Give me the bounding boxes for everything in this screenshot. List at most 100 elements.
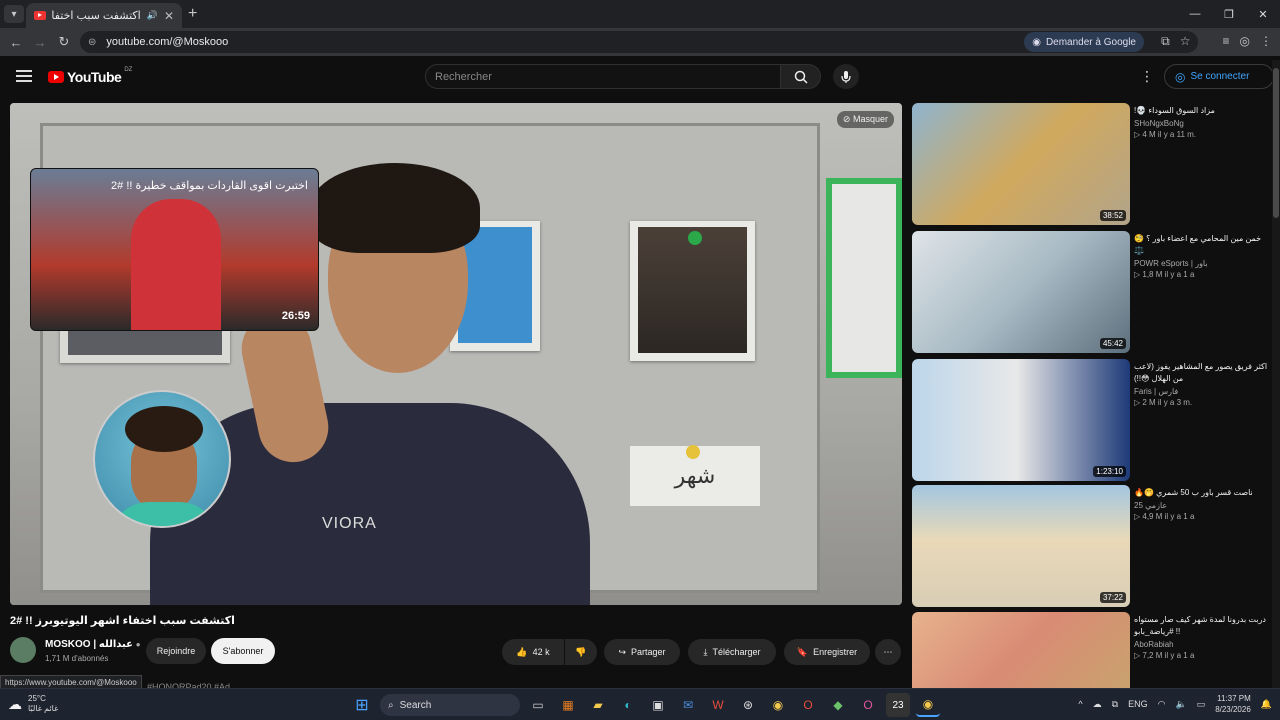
- recommendation-item[interactable]: 37:22 ناصت قسر باور ب 50 شمري 🤭🔥 عازمي 2…: [912, 485, 1272, 607]
- end-screen-video-card[interactable]: اختبرت اقوى القاردات بمواقف خطيرة !! #2 …: [30, 168, 319, 331]
- youtube-favicon-icon: [34, 11, 46, 20]
- verified-icon: ●: [135, 640, 141, 649]
- channel-name[interactable]: MOSKOO | عبدالله ●: [45, 639, 141, 650]
- battery-icon[interactable]: ▭: [1197, 699, 1206, 710]
- tray-chevron-icon[interactable]: ^: [1078, 699, 1082, 709]
- hide-eye-icon: ⊘: [842, 114, 851, 124]
- wifi-icon[interactable]: ◠: [1158, 699, 1166, 710]
- recommendation-thumbnail: 37:22: [912, 485, 1130, 607]
- store-icon[interactable]: ▣: [646, 693, 670, 717]
- recommendation-title: دربت بدرونا لمدة شهر كيف صار مستواه !! #…: [1134, 615, 1266, 636]
- scrollbar-thumb[interactable]: [1273, 68, 1279, 218]
- office-icon[interactable]: W: [706, 693, 730, 717]
- browser-menu-icon[interactable]: ⋮: [1260, 34, 1272, 49]
- close-window-icon[interactable]: ✕: [1246, 0, 1280, 28]
- search-icon: [794, 70, 808, 84]
- like-button[interactable]: 👍 42 k: [502, 639, 564, 665]
- taskbar-search-label: Search: [399, 699, 432, 711]
- calendar-icon[interactable]: 23: [886, 693, 910, 717]
- download-button[interactable]: ⤓ Télécharger: [688, 639, 776, 665]
- clock[interactable]: 11:37 PM 8/23/2026: [1215, 693, 1251, 715]
- share-button[interactable]: ↪ Partager: [604, 639, 680, 665]
- temperature: 25°C: [28, 694, 46, 703]
- youtube-logo[interactable]: YouTube DZ: [48, 67, 132, 85]
- file-explorer-icon[interactable]: ▰: [586, 693, 610, 717]
- calendar-badge: 23: [892, 699, 904, 711]
- video-player[interactable]: شهر VIORA ⊘ Masquer اختبرت اقوى القاردات…: [10, 103, 902, 605]
- browser-toolbar: ← → ↻ ⊜ youtube.com/@Moskooo ◉ Demander …: [0, 28, 1280, 56]
- recommendation-item[interactable]: 38:52 مزاد السوق السوداء 💀! SHoNgxBoNg ▷…: [912, 103, 1272, 225]
- join-button[interactable]: Rejoindre: [146, 638, 206, 664]
- taskbar-search[interactable]: ⌕ Search: [380, 694, 520, 716]
- mail-icon[interactable]: ✉: [676, 693, 700, 717]
- download-icon: ⤓: [703, 646, 708, 657]
- github-icon[interactable]: ⊛: [736, 693, 760, 717]
- site-info-icon[interactable]: ⊜: [88, 37, 96, 48]
- edge-icon[interactable]: ◐: [616, 693, 640, 717]
- system-tray: ^ ☁ ⧉ ENG ◠ 🔈 ▭ 11:37 PM 8/23/2026 🔔: [1078, 693, 1272, 715]
- search-input[interactable]: Rechercher: [425, 64, 781, 89]
- recommendation-thumbnail: 45:42: [912, 231, 1130, 353]
- hide-cards-button[interactable]: ⊘ Masquer: [836, 111, 894, 128]
- youtube-play-icon: [48, 71, 64, 83]
- onedrive-icon[interactable]: ☁: [1093, 699, 1102, 710]
- bookmark-star-icon[interactable]: ☆: [1180, 34, 1191, 49]
- recommendation-item[interactable]: 1:23:10 اكثر فريق يصور مع المشاهير يفوز …: [912, 359, 1272, 481]
- hoodie-print: VIORA: [322, 515, 377, 532]
- ask-google-label: Demander à Google: [1045, 36, 1136, 48]
- network-manager-icon[interactable]: ⧉: [1112, 699, 1118, 710]
- more-dots-icon: ⋯: [883, 646, 893, 657]
- widgets-icon[interactable]: ▦: [556, 693, 580, 717]
- sign-in-label: Se connecter: [1190, 71, 1250, 82]
- clock-time: 11:37 PM: [1217, 694, 1251, 703]
- opera-gx-icon[interactable]: O: [856, 693, 880, 717]
- hide-label: Masquer: [852, 114, 888, 124]
- recommendation-item[interactable]: 45:42 خمن مين المحامي مع اعضاء باور ؟ 🧐⚖…: [912, 231, 1272, 353]
- recommendation-item[interactable]: دربت بدرونا لمدة شهر كيف صار مستواه !! #…: [912, 612, 1272, 688]
- duration-badge: 1:23:10: [1093, 466, 1126, 477]
- save-label: Enregistrer: [813, 647, 858, 657]
- tab-search-button[interactable]: ▾: [4, 5, 24, 23]
- notification-bell-icon[interactable]: 🔔: [1261, 699, 1272, 710]
- voice-search-button[interactable]: [833, 64, 859, 89]
- reading-list-icon[interactable]: ≡: [1223, 34, 1230, 49]
- subscribe-button[interactable]: S'abonner: [211, 638, 275, 664]
- ask-google-button[interactable]: ◉ Demander à Google: [1024, 32, 1144, 52]
- settings-menu-icon[interactable]: ⋮: [1140, 68, 1154, 85]
- subscribe-label: S'abonner: [222, 646, 264, 656]
- profile-icon[interactable]: ◎: [1240, 34, 1250, 49]
- thumbs-up-icon: 👍: [516, 646, 528, 657]
- back-icon[interactable]: ←: [4, 35, 28, 50]
- search-button[interactable]: [781, 64, 821, 89]
- browser-tab[interactable]: اكتشفت سبب اختفاء اشهر ال 🔊 ✕: [26, 3, 182, 28]
- tab-close-icon[interactable]: ✕: [164, 9, 174, 23]
- weather-widget[interactable]: ☁ 25°C غائم غالبًا: [8, 694, 58, 714]
- task-view-icon[interactable]: ▭: [526, 693, 550, 717]
- sign-in-button[interactable]: ◎ Se connecter: [1164, 64, 1274, 89]
- forward-icon[interactable]: →: [28, 35, 52, 50]
- more-actions-button[interactable]: ⋯: [875, 639, 901, 665]
- taskbar-search-icon: ⌕: [388, 699, 394, 711]
- chrome-icon[interactable]: ◉: [916, 693, 940, 717]
- channel-avatar-card[interactable]: [93, 390, 231, 528]
- opera-icon[interactable]: O: [796, 693, 820, 717]
- save-button[interactable]: 🔖 Enregistrer: [784, 639, 870, 665]
- language-indicator[interactable]: ENG: [1128, 699, 1148, 709]
- page-scrollbar[interactable]: [1272, 60, 1280, 688]
- windows-start-icon[interactable]: ⊞: [350, 693, 374, 717]
- install-app-icon[interactable]: ⧉: [1161, 34, 1170, 49]
- new-tab-icon[interactable]: +: [188, 5, 197, 23]
- hamburger-menu-icon[interactable]: [16, 70, 32, 82]
- channel-avatar[interactable]: [10, 637, 36, 663]
- recommendation-title: مزاد السوق السوداء 💀!: [1134, 106, 1215, 115]
- chrome-beta-icon[interactable]: ◉: [766, 693, 790, 717]
- reload-icon[interactable]: ↻: [52, 34, 76, 50]
- dislike-button[interactable]: 👎: [565, 639, 597, 665]
- endcard-person: [131, 199, 221, 330]
- recommendation-thumbnail: 1:23:10: [912, 359, 1130, 481]
- minimize-icon[interactable]: —: [1178, 0, 1212, 28]
- yellow-pin: [686, 445, 700, 459]
- android-studio-icon[interactable]: ◆: [826, 693, 850, 717]
- maximize-icon[interactable]: ❐: [1212, 0, 1246, 28]
- speaker-icon[interactable]: 🔈: [1175, 699, 1186, 710]
